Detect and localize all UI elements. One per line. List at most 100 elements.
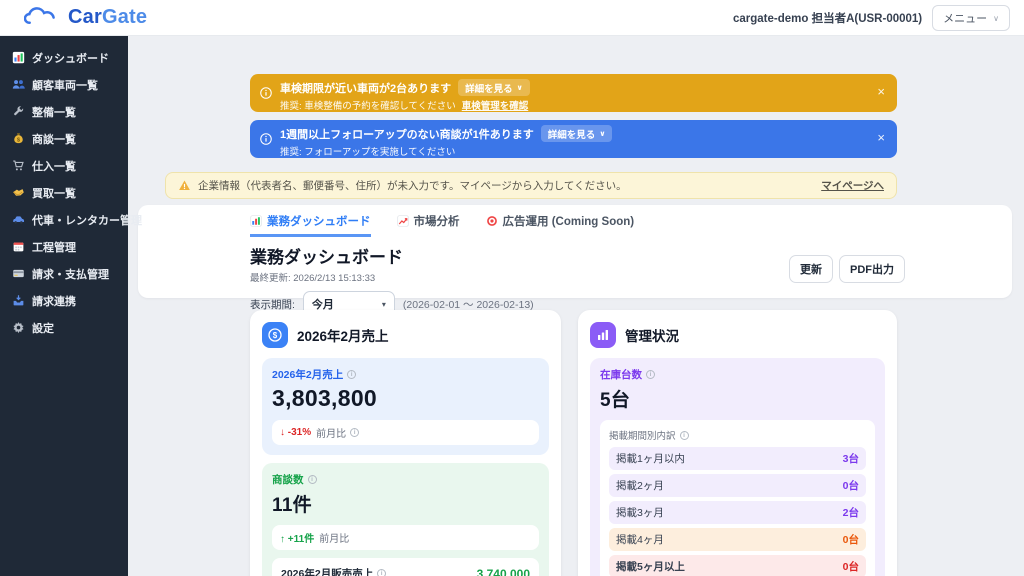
monthly-sold-value: 3,740,000 [477, 567, 530, 576]
refresh-button[interactable]: 更新 [789, 255, 833, 283]
management-status-card: 管理状況 在庫台数 5台 掲載期間別内訳 掲載1ヶ月以内 3台 掲載2ヶ月 0 [578, 310, 897, 576]
info-icon[interactable] [350, 428, 359, 437]
top-bar: CarGate cargate-demo 担当者A(USR-00001) メニュ… [0, 0, 1024, 36]
monthly-sold-label: 2026年2月販売売上 [281, 566, 373, 576]
mypage-link[interactable]: マイページへ [821, 178, 884, 193]
listing-row-label: 掲載1ヶ月以内 [616, 451, 685, 466]
sidebar-item-label: 商談一覧 [32, 131, 76, 147]
sidebar-item-label: 設定 [32, 320, 54, 336]
sidebar-item-billing-link[interactable]: 請求連携 [0, 287, 128, 314]
calendar-icon [12, 240, 25, 253]
inspection-alert-banner: 車検期限が近い車両が2台あります 詳細を見る ∨ 推奨: 車検整備の予約を確認し… [250, 74, 897, 112]
svg-text:$: $ [273, 331, 278, 340]
sidebar-item-dashboard[interactable]: ダッシュボード [0, 44, 128, 71]
sidebar-item-customer-vehicles[interactable]: 顧客車両一覧 [0, 71, 128, 98]
sidebar-item-label: 買取一覧 [32, 185, 76, 201]
sidebar-item-label: ダッシュボード [32, 50, 109, 66]
chevron-down-icon: ∨ [599, 129, 605, 138]
handshake-icon [12, 186, 25, 199]
stock-section: 在庫台数 5台 掲載期間別内訳 掲載1ヶ月以内 3台 掲載2ヶ月 0台 掲 [590, 358, 885, 576]
money-bag-icon: $ [12, 132, 25, 145]
listing-row: 掲載2ヶ月 0台 [609, 474, 866, 497]
menu-button-label: メニュー [943, 10, 987, 26]
sidebar-item-process[interactable]: 工程管理 [0, 233, 128, 260]
sidebar: ダッシュボード 顧客車両一覧 整備一覧 $ 商談一覧 仕入一覧 買取一覧 代車・… [0, 36, 128, 576]
listing-row-value: 0台 [843, 559, 859, 574]
listing-row-value: 3台 [843, 451, 859, 466]
alert-details-button[interactable]: 詳細を見る ∨ [541, 125, 613, 142]
sidebar-item-deals[interactable]: $ 商談一覧 [0, 125, 128, 152]
alert-title: 車検期限が近い車両が2台あります [280, 80, 451, 96]
monthly-sales-section: 2026年2月売上 3,803,800 ↓ -31% 前月比 [262, 358, 549, 455]
close-icon[interactable]: × [877, 131, 885, 144]
tab-ad-operations[interactable]: 広告運用 (Coming Soon) [486, 213, 635, 237]
chevron-down-icon: ▾ [382, 300, 386, 309]
inspection-management-link[interactable]: 車検管理を確認 [462, 98, 529, 112]
monthly-sales-value: 3,803,800 [272, 385, 539, 412]
menu-button[interactable]: メニュー ∨ [932, 5, 1010, 31]
chevron-down-icon: ∨ [517, 83, 523, 92]
pdf-export-button[interactable]: PDF出力 [839, 255, 905, 283]
sales-card: $ 2026年2月売上 2026年2月売上 3,803,800 ↓ -31% 前… [250, 310, 561, 576]
info-icon[interactable] [377, 569, 386, 576]
listing-row: 掲載4ヶ月 0台 [609, 528, 866, 551]
info-icon[interactable] [308, 475, 317, 484]
listing-row: 掲載1ヶ月以内 3台 [609, 447, 866, 470]
sidebar-item-label: 仕入一覧 [32, 158, 76, 174]
info-icon[interactable] [347, 370, 356, 379]
target-icon [486, 215, 498, 227]
listing-row-value: 0台 [843, 532, 859, 547]
inbox-tray-icon [12, 294, 25, 307]
listing-row-label: 掲載5ヶ月以上 [616, 559, 685, 574]
chevron-down-icon: ∨ [993, 14, 999, 23]
sidebar-item-label: 請求・支払管理 [32, 266, 109, 282]
gear-icon [12, 321, 25, 334]
deals-detail-card: 2026年2月販売売上 3,740,000 商談ステータス別 未商談 1件 商談… [272, 558, 539, 576]
alert-details-button[interactable]: 詳細を見る ∨ [458, 79, 530, 96]
stock-count-label: 在庫台数 [600, 367, 642, 382]
user-account-label: cargate-demo 担当者A(USR-00001) [733, 10, 922, 26]
dollar-circle-icon: $ [262, 322, 288, 348]
card-title: 管理状況 [625, 325, 679, 345]
deals-section: 商談数 11件 ↑ +11件 前月比 2026年2月販売売上 3,740,000 [262, 463, 549, 576]
alert-details-label: 詳細を見る [548, 127, 596, 141]
stock-count-value: 5台 [600, 385, 875, 412]
deals-count-value: 11件 [272, 490, 539, 517]
sidebar-item-billing-payment[interactable]: 請求・支払管理 [0, 260, 128, 287]
info-icon[interactable] [646, 370, 655, 379]
monthly-sales-label: 2026年2月売上 [272, 367, 343, 382]
tab-label: 市場分析 [414, 213, 460, 229]
cart-icon [12, 159, 25, 172]
dashboard-icon [12, 51, 25, 64]
tab-market-analysis[interactable]: 市場分析 [397, 213, 460, 237]
sidebar-item-loaner-rental[interactable]: 代車・レンタカー管理 [0, 206, 128, 233]
dashboard-header-panel: 業務ダッシュボード 市場分析 広告運用 (Coming Soon) 業務ダッシュ… [138, 205, 1012, 298]
card-title: 2026年2月売上 [297, 325, 389, 345]
close-icon[interactable]: × [877, 85, 885, 98]
sidebar-item-buyback[interactable]: 買取一覧 [0, 179, 128, 206]
brand-logo[interactable]: CarGate [24, 5, 147, 29]
info-icon[interactable] [680, 431, 689, 440]
deals-count-label: 商談数 [272, 472, 304, 487]
sidebar-item-maintenance[interactable]: 整備一覧 [0, 98, 128, 125]
alert-details-label: 詳細を見る [465, 81, 513, 95]
sidebar-item-label: 代車・レンタカー管理 [32, 212, 142, 228]
sidebar-item-purchasing[interactable]: 仕入一覧 [0, 152, 128, 179]
listing-breakdown-card: 掲載期間別内訳 掲載1ヶ月以内 3台 掲載2ヶ月 0台 掲載3ヶ月 2台 掲載4… [600, 420, 875, 576]
sidebar-item-label: 整備一覧 [32, 104, 76, 120]
listing-row-value: 0台 [843, 478, 859, 493]
sidebar-item-settings[interactable]: 設定 [0, 314, 128, 341]
tab-bar: 業務ダッシュボード 市場分析 広告運用 (Coming Soon) [250, 205, 897, 237]
listing-row-label: 掲載4ヶ月 [616, 532, 664, 547]
company-info-banner: 企業情報（代表者名、郵便番号、住所）が未入力です。マイページから入力してください… [165, 172, 897, 199]
alert-recommendation: 推奨: 車検整備の予約を確認してください [280, 98, 456, 112]
cloud-logo-icon [24, 5, 66, 29]
brand-name: CarGate [68, 6, 147, 29]
listing-row-label: 掲載3ヶ月 [616, 505, 664, 520]
delta-note-label: 前月比 [319, 530, 349, 545]
bar-chart-icon [250, 215, 262, 227]
car-icon [12, 213, 25, 226]
tab-business-dashboard[interactable]: 業務ダッシュボード [250, 213, 371, 237]
credit-card-icon [12, 267, 25, 280]
sidebar-item-label: 顧客車両一覧 [32, 77, 98, 93]
